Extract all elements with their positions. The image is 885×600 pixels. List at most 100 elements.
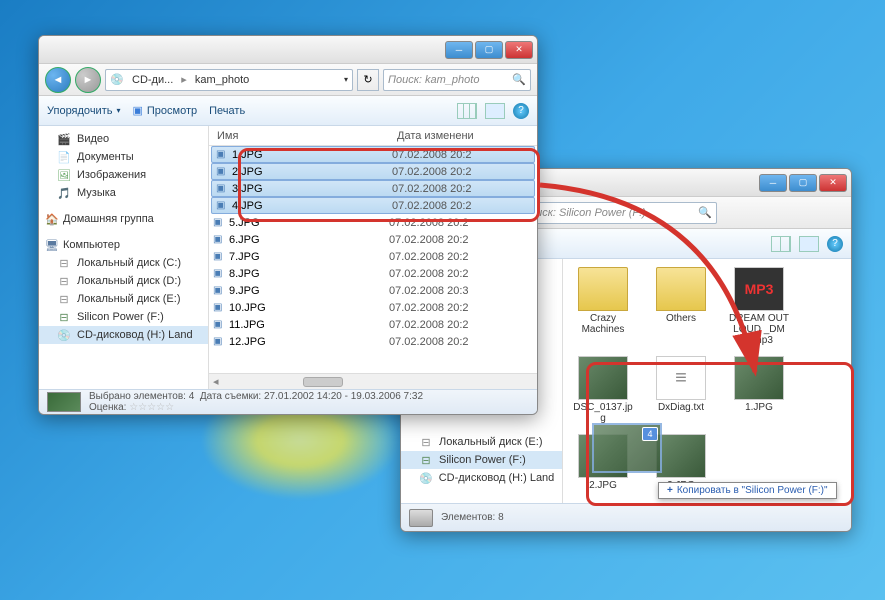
file-row[interactable]: ▣4.JPG07.02.2008 20:2 (211, 197, 535, 214)
image-file-icon: ▣ (216, 183, 232, 194)
chevron-down-icon[interactable]: ▾ (344, 75, 348, 84)
file-name: 6.JPG (229, 234, 389, 246)
view-mode-button[interactable] (771, 236, 791, 252)
search-placeholder: Поиск: kam_photo (388, 74, 479, 86)
file-icon-item[interactable]: DSC_0137.jpg (571, 356, 635, 424)
file-row[interactable]: ▣5.JPG07.02.2008 20:2 (209, 214, 537, 231)
file-row[interactable]: ▣7.JPG07.02.2008 20:2 (209, 248, 537, 265)
print-button[interactable]: Печать (209, 105, 245, 117)
file-label: DREAM OUT LOUD _DM 4.mp3 (727, 313, 791, 346)
column-date[interactable]: Дата изменени (389, 130, 537, 142)
file-date: 07.02.2008 20:2 (389, 336, 537, 348)
sidebar-drive-item[interactable]: ⊟Silicon Power (F:) (39, 308, 208, 326)
file-name: 2.JPG (232, 166, 392, 178)
file-icon-item[interactable]: 1.JPG (727, 356, 791, 424)
status-rating-label: Оценка: (89, 402, 126, 413)
help-icon[interactable]: ? (827, 236, 843, 252)
sidebar-drive-item[interactable]: ⊟Локальный диск (D:) (39, 272, 208, 290)
preview-pane-button[interactable] (799, 236, 819, 252)
file-icon-item[interactable]: MP3DREAM OUT LOUD _DM 4.mp3 (727, 267, 791, 346)
breadcrumb-segment[interactable]: CD-ди... (128, 74, 177, 86)
organize-button[interactable]: Упорядочить▾ (47, 105, 120, 117)
file-name: 10.JPG (229, 302, 389, 314)
minimize-button[interactable]: ─ (759, 174, 787, 192)
file-row[interactable]: ▣8.JPG07.02.2008 20:2 (209, 265, 537, 282)
close-button[interactable]: ✕ (819, 174, 847, 192)
file-label: DxDiag.txt (658, 402, 704, 413)
status-item-count: Элементов: 8 (441, 512, 504, 523)
sidebar-item[interactable]: 🎵Музыка (39, 184, 208, 202)
cd-icon: 💿 (419, 471, 433, 485)
sidebar-group-computer[interactable]: 🖥Компьютер (39, 236, 208, 254)
file-row[interactable]: ▣6.JPG07.02.2008 20:2 (209, 231, 537, 248)
file-row[interactable]: ▣3.JPG07.02.2008 20:2 (211, 180, 535, 197)
file-date: 07.02.2008 20:2 (389, 251, 537, 263)
drag-ghost-image: 4 (592, 423, 662, 473)
file-date: 07.02.2008 20:2 (392, 200, 534, 212)
minimize-button[interactable]: ─ (445, 41, 473, 59)
image-file-icon: ▣ (213, 302, 229, 313)
computer-icon: 🖥 (45, 238, 59, 252)
sidebar-drive-item[interactable]: 💿CD-дисковод (H:) Land (39, 326, 208, 344)
status-selected-count: Выбрано элементов: 4 (89, 391, 194, 402)
image-file-icon: ▣ (213, 251, 229, 262)
horizontal-scrollbar[interactable]: ◂ (209, 373, 537, 389)
sidebar-item[interactable]: 📄Документы (39, 148, 208, 166)
sidebar-drive-item[interactable]: ⊟Silicon Power (F:) (401, 451, 562, 469)
close-button[interactable]: ✕ (505, 41, 533, 59)
preview-button[interactable]: ▣Просмотр (132, 104, 197, 117)
sidebar-group-homegroup[interactable]: 🏠Домашняя группа (39, 210, 208, 228)
file-icon-item[interactable]: Others (649, 267, 713, 346)
sidebar-item-label: Silicon Power (F:) (439, 454, 526, 466)
image-file-icon: ▣ (213, 336, 229, 347)
help-icon[interactable]: ? (513, 103, 529, 119)
rating-stars[interactable]: ☆☆☆☆☆ (129, 402, 174, 413)
file-row[interactable]: ▣12.JPG07.02.2008 20:2 (209, 333, 537, 350)
image-file-icon: ▣ (216, 166, 232, 177)
file-row[interactable]: ▣9.JPG07.02.2008 20:3 (209, 282, 537, 299)
drive-icon: ⊟ (57, 274, 71, 288)
file-date: 07.02.2008 20:2 (389, 268, 537, 280)
file-icon-item[interactable]: Crazy Machines (571, 267, 635, 346)
file-row[interactable]: ▣11.JPG07.02.2008 20:2 (209, 316, 537, 333)
maximize-button[interactable]: ▢ (789, 174, 817, 192)
usb-icon: ⊟ (57, 310, 71, 324)
file-icon-item[interactable]: ≡DxDiag.txt (649, 356, 713, 424)
file-row[interactable]: ▣1.JPG07.02.2008 20:2 (211, 146, 535, 163)
copy-tooltip: + Копировать в "Silicon Power (F:)" (658, 482, 837, 499)
drag-count-badge: 4 (642, 427, 658, 441)
status-date-value: 27.01.2002 14:20 - 19.03.2006 7:32 (264, 391, 423, 402)
sidebar-item[interactable]: 🎬Видео (39, 130, 208, 148)
file-row[interactable]: ▣10.JPG07.02.2008 20:2 (209, 299, 537, 316)
file-header[interactable]: Имя Дата изменени (209, 126, 537, 146)
titlebar[interactable]: ─ ▢ ✕ (39, 36, 537, 64)
music-icon: 🎵 (57, 186, 71, 200)
sidebar-item-label: Локальный диск (E:) (439, 436, 543, 448)
sidebar-drive-item[interactable]: ⊟Локальный диск (E:) (401, 433, 562, 451)
file-name: 4.JPG (232, 200, 392, 212)
search-input[interactable]: Поиск: Silicon Power (F:) 🔍 (517, 202, 717, 224)
sidebar-item[interactable]: 🖼Изображения (39, 166, 208, 184)
sidebar-item-label: Локальный диск (C:) (77, 257, 181, 269)
maximize-button[interactable]: ▢ (475, 41, 503, 59)
refresh-button[interactable]: ↻ (357, 69, 379, 91)
sidebar-drive-item[interactable]: 💿CD-дисковод (H:) Land (401, 469, 562, 487)
sidebar-drive-item[interactable]: ⊟Локальный диск (C:) (39, 254, 208, 272)
back-button[interactable]: ◄ (45, 67, 71, 93)
address-bar[interactable]: 💿 CD-ди... ▸ kam_photo ▾ (105, 69, 353, 91)
image-file-icon: ▣ (216, 200, 232, 211)
toolbar: Упорядочить▾ ▣Просмотр Печать ? (39, 96, 537, 126)
search-input[interactable]: Поиск: kam_photo 🔍 (383, 69, 531, 91)
preview-pane-button[interactable] (485, 103, 505, 119)
view-mode-button[interactable] (457, 103, 477, 119)
file-list: Имя Дата изменени ▣1.JPG07.02.2008 20:2▣… (209, 126, 537, 389)
scrollbar-thumb[interactable] (303, 377, 343, 387)
file-row[interactable]: ▣2.JPG07.02.2008 20:2 (211, 163, 535, 180)
sidebar-drive-item[interactable]: ⊟Локальный диск (E:) (39, 290, 208, 308)
forward-button[interactable]: ► (75, 67, 101, 93)
drive-icon: ⊟ (57, 292, 71, 306)
breadcrumb-segment[interactable]: kam_photo (191, 74, 253, 86)
navbar: ◄ ► 💿 CD-ди... ▸ kam_photo ▾ ↻ Поиск: ka… (39, 64, 537, 96)
column-name[interactable]: Имя (209, 130, 389, 142)
file-label: 2.JPG (589, 480, 617, 491)
